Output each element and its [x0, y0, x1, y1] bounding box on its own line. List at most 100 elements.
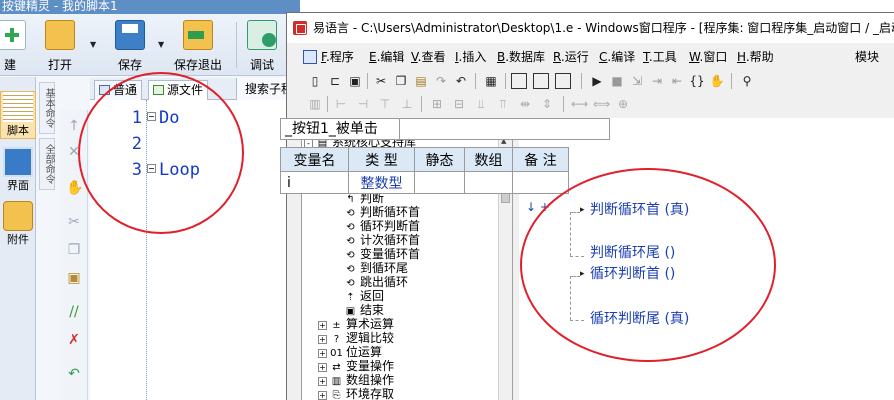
menu-program[interactable]: F.程序: [321, 44, 354, 70]
uncomment-icon[interactable]: ✗: [66, 332, 82, 348]
save-file-icon[interactable]: ▣: [347, 73, 363, 89]
menu-window[interactable]: W.窗口: [689, 44, 727, 70]
subroutine-name[interactable]: _按钮1_被单击: [280, 118, 400, 140]
space-v-icon[interactable]: ⇕: [539, 96, 555, 112]
menu-compile[interactable]: C.编译: [599, 44, 635, 70]
variable-name-cell[interactable]: i: [280, 171, 349, 194]
code-line[interactable]: 3 Loop: [90, 157, 200, 183]
tab-all-commands[interactable]: 全部命令: [39, 138, 55, 190]
size-width-icon[interactable]: ⟷: [571, 96, 588, 112]
variable-array-cell[interactable]: [464, 171, 513, 194]
tab-basic-commands[interactable]: 基本命令: [39, 82, 55, 134]
cut-icon[interactable]: ✂: [373, 73, 389, 89]
hand-pointer-icon[interactable]: ✋: [709, 73, 725, 89]
flow-line[interactable]: 循环判断尾 (真): [590, 309, 689, 329]
tree-item[interactable]: ⇡ 返回: [332, 289, 384, 303]
left-code-editor[interactable]: 1 Do 2 3 Loop: [90, 100, 286, 400]
code-line[interactable]: 1 Do: [90, 105, 180, 131]
expand-icon[interactable]: +: [318, 363, 327, 372]
variable-static-cell[interactable]: [414, 171, 465, 194]
align-bottom-icon[interactable]: ⊥: [399, 96, 415, 112]
align-grid-icon[interactable]: ▥: [307, 96, 323, 112]
step-into-icon[interactable]: ⇲: [629, 73, 645, 89]
redo-icon[interactable]: ↷: [433, 73, 449, 89]
flow-line[interactable]: 循环判断首 (): [590, 264, 675, 284]
step-over-icon[interactable]: ⇥: [649, 73, 665, 89]
flow-line[interactable]: 判断循环首 (真): [590, 200, 689, 220]
copy-icon[interactable]: ❐: [393, 73, 409, 89]
move-up-icon[interactable]: ↑: [66, 118, 82, 134]
delete-icon[interactable]: ✕: [66, 144, 82, 160]
tree-item[interactable]: + ⎘ 环境存取: [318, 387, 394, 400]
center-h-icon[interactable]: ⊞: [429, 96, 445, 112]
breakpoint-icon[interactable]: {}: [689, 73, 705, 89]
undo-icon[interactable]: ↶: [453, 73, 469, 89]
align-top-icon[interactable]: ⊤: [377, 96, 393, 112]
comment-icon[interactable]: //: [66, 304, 82, 320]
same-height-icon[interactable]: ⫪: [495, 96, 511, 112]
expand-icon[interactable]: +: [318, 377, 327, 386]
tree-item[interactable]: ⟲ 循环判断首: [332, 219, 420, 233]
save-button[interactable]: 保存: [110, 20, 150, 74]
run-icon[interactable]: ▶: [589, 73, 605, 89]
new-file-icon[interactable]: ▯: [307, 73, 323, 89]
flow-line[interactable]: 判断循环尾 (): [590, 243, 675, 263]
open-button[interactable]: 打开: [40, 20, 80, 74]
same-width-icon[interactable]: ⫫: [473, 96, 489, 112]
undo-icon[interactable]: ↶: [66, 366, 82, 382]
tree-item[interactable]: +01 位运算: [318, 345, 382, 359]
hand-icon[interactable]: ✋: [66, 180, 83, 196]
tab-source-file[interactable]: 源文件: [148, 80, 209, 100]
table-row[interactable]: i 整数型: [280, 171, 569, 194]
save-dropdown-arrow-icon[interactable]: ▼: [158, 40, 164, 49]
search-subroutine-box[interactable]: 搜索子程: [236, 78, 286, 100]
menu-edit[interactable]: E.编辑: [369, 44, 404, 70]
tree-item[interactable]: ⟲ 到循环尾: [332, 261, 408, 275]
menu-tools[interactable]: T.工具: [643, 44, 677, 70]
menu-view[interactable]: V.查看: [411, 44, 446, 70]
copy-icon[interactable]: ❐: [66, 242, 82, 258]
cut-icon[interactable]: ✂: [66, 214, 82, 230]
tree-item[interactable]: + ▥ 数组操作: [318, 373, 394, 387]
tree-item[interactable]: ⟲ 计次循环首: [332, 233, 420, 247]
binoculars-icon[interactable]: ⚲: [739, 73, 755, 89]
tree-item[interactable]: ⟲ 跳出循环: [332, 275, 408, 289]
tree-item[interactable]: + ⇄ 变量操作: [318, 359, 394, 373]
expand-icon[interactable]: +: [318, 349, 327, 358]
fold-toggle-icon[interactable]: [147, 112, 156, 121]
tree-item[interactable]: ⟲ 判断循环首: [332, 205, 420, 219]
debug-button[interactable]: 调试: [244, 20, 280, 74]
size-height-icon[interactable]: ⟺: [593, 96, 610, 112]
sidebar-item-script[interactable]: 脚本: [0, 91, 36, 139]
step-out-icon[interactable]: ⇤: [669, 73, 685, 89]
expand-icon[interactable]: +: [318, 321, 327, 330]
layout-2-icon[interactable]: [533, 73, 549, 89]
layout-3-icon[interactable]: [555, 73, 571, 89]
open-file-icon[interactable]: ⊏: [327, 73, 343, 89]
menu-insert[interactable]: I.插入: [455, 44, 486, 70]
align-left-icon[interactable]: ⊢: [333, 96, 349, 112]
space-h-icon[interactable]: ⇹: [517, 96, 533, 112]
layout-1-icon[interactable]: [511, 73, 527, 89]
find-icon[interactable]: ▦: [483, 73, 499, 89]
paste-icon[interactable]: ▤: [413, 73, 429, 89]
menu-database[interactable]: B.数据库: [497, 44, 545, 70]
center-v-icon[interactable]: ⊟: [451, 96, 467, 112]
menu-run[interactable]: R.运行: [553, 44, 589, 70]
expand-icon[interactable]: +: [318, 391, 327, 400]
menu-help[interactable]: H.帮助: [737, 44, 774, 70]
expand-icon[interactable]: +: [318, 335, 327, 344]
variable-remark-cell[interactable]: [512, 171, 569, 194]
paste-icon[interactable]: ▣: [66, 270, 82, 286]
variable-type-cell[interactable]: 整数型: [348, 171, 415, 194]
sidebar-item-interface[interactable]: 界面: [0, 147, 36, 193]
code-line[interactable]: 2: [90, 131, 142, 157]
fold-toggle-icon[interactable]: [147, 164, 156, 173]
tree-item[interactable]: ⟲ 变量循环首: [332, 247, 420, 261]
open-dropdown-arrow-icon[interactable]: ▼: [90, 40, 96, 49]
align-center-icon[interactable]: ⊣: [355, 96, 371, 112]
eyuyan-code-pane[interactable]: [519, 118, 894, 400]
stop-icon[interactable]: ■: [609, 73, 625, 89]
save-exit-button[interactable]: 保存退出: [172, 20, 224, 74]
tab-normal-view[interactable]: 普通: [94, 80, 143, 100]
